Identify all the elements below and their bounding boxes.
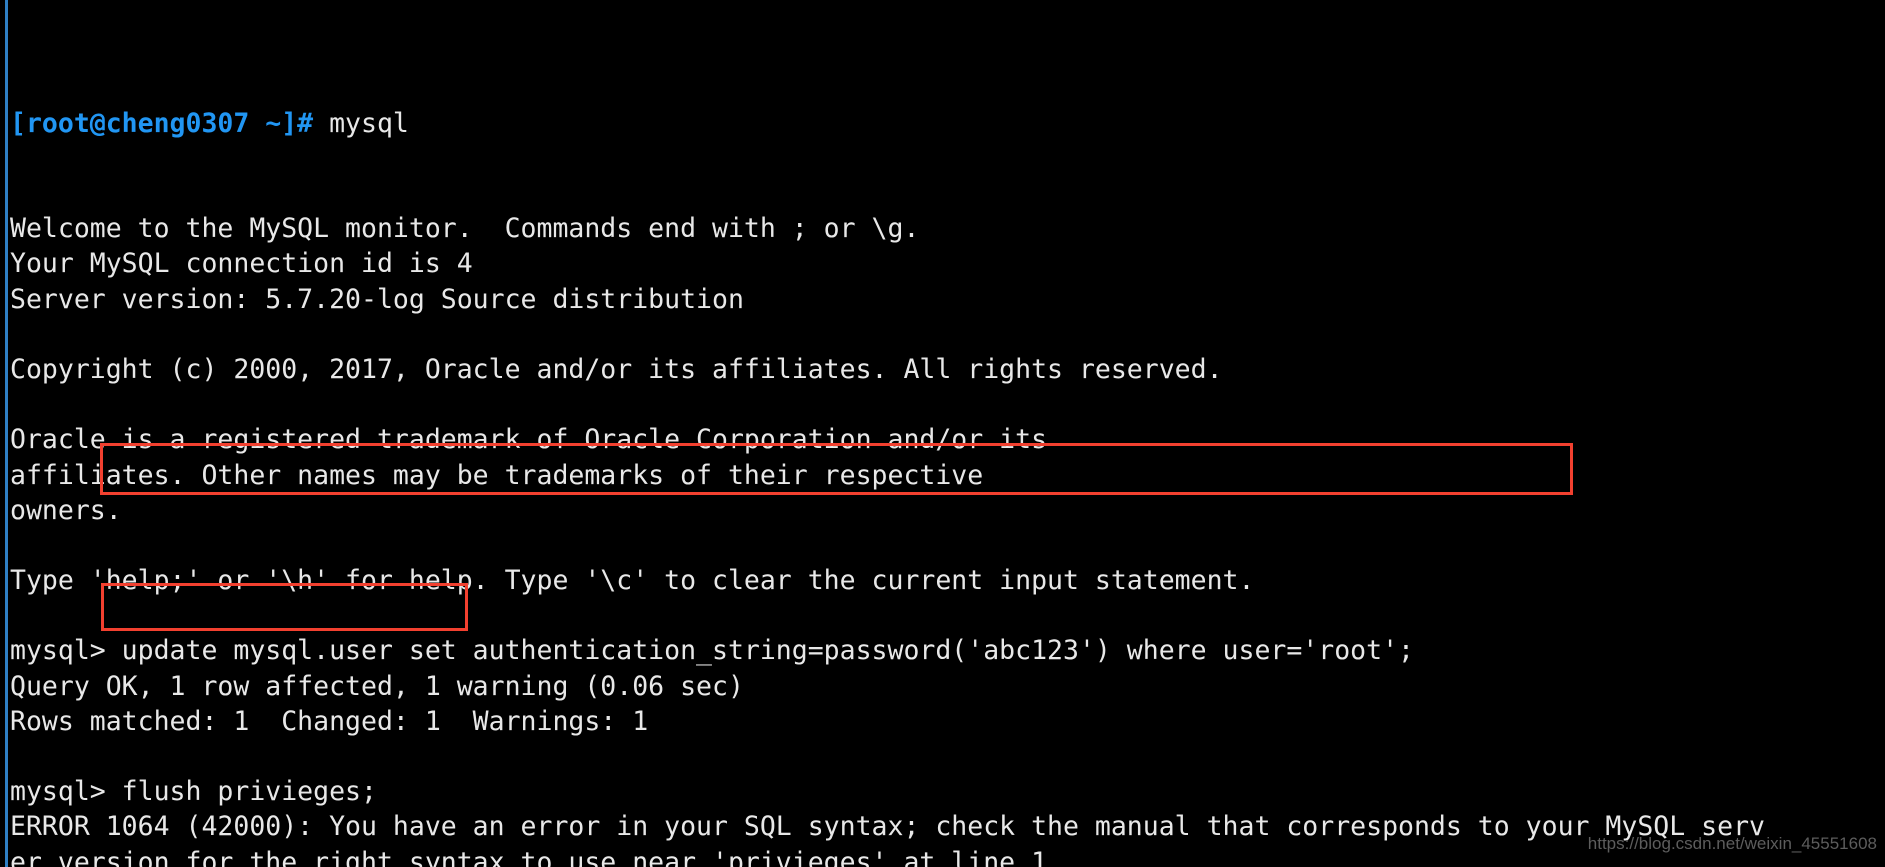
terminal-line: mysql> flush privieges; <box>10 776 377 808</box>
terminal-line: Oracle is a registered trademark of Orac… <box>10 424 1048 456</box>
terminal-line: Welcome to the MySQL monitor. Commands e… <box>10 213 920 245</box>
shell-prompt-text: [root@cheng0307 ~]# <box>10 107 314 139</box>
terminal-line: Type 'help;' or '\h' for help. Type '\c'… <box>10 565 1255 597</box>
terminal-line: mysql> update mysql.user set authenticat… <box>10 635 1414 667</box>
terminal-output: [root@cheng0307 ~]# mysql Welcome to the… <box>10 0 1885 867</box>
terminal-line: Rows matched: 1 Changed: 1 Warnings: 1 <box>10 705 649 737</box>
window-left-border <box>5 0 8 867</box>
terminal-line: Query OK, 1 row affected, 1 warning (0.0… <box>10 670 744 702</box>
terminal-line: owners. <box>10 494 122 526</box>
terminal-window[interactable]: [root@cheng0307 ~]# mysql Welcome to the… <box>0 0 1885 867</box>
shell-prompt-line: [root@cheng0307 ~]# mysql <box>10 106 1885 141</box>
watermark-text: https://blog.csdn.net/weixin_45551608 <box>1587 833 1877 853</box>
shell-command-text: mysql <box>313 107 409 139</box>
terminal-line: Your MySQL connection id is 4 <box>10 248 473 280</box>
terminal-line: Server version: 5.7.20-log Source distri… <box>10 283 744 315</box>
terminal-line: Copyright (c) 2000, 2017, Oracle and/or … <box>10 353 1223 385</box>
terminal-line: affiliates. Other names may be trademark… <box>10 459 984 491</box>
